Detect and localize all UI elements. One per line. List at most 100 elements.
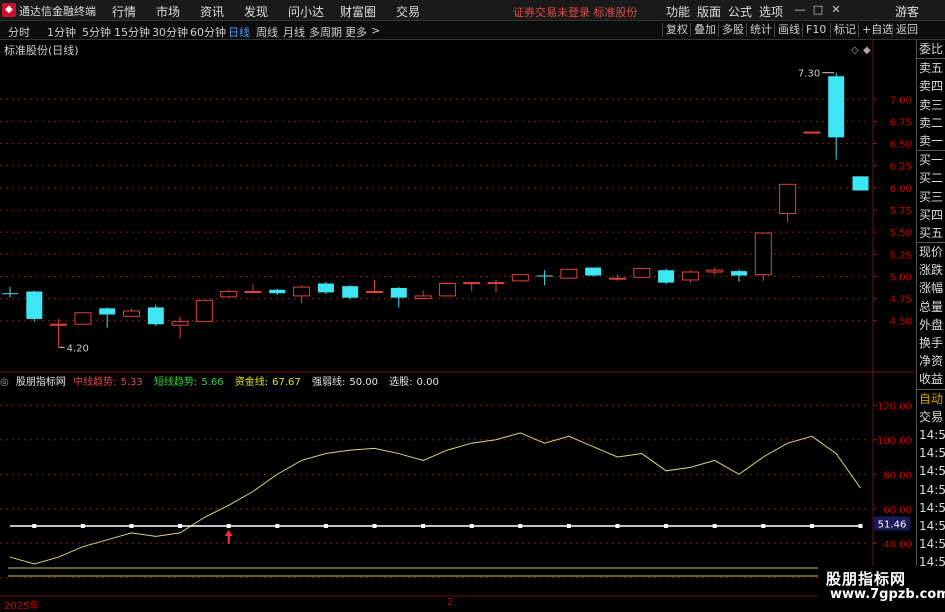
tool-huaxian[interactable]: 画线 (774, 23, 803, 37)
period-5min[interactable]: 5分钟 (82, 24, 111, 40)
tool-fuquan[interactable]: 复权 (662, 23, 691, 37)
y-tick-label: 80.00 (883, 470, 912, 481)
candle-body-down (390, 287, 407, 298)
tool-diejia[interactable]: 叠加 (690, 23, 719, 37)
candle-body-up (754, 232, 772, 276)
strength-marker (178, 524, 183, 528)
strength-marker (809, 524, 814, 528)
menu-jiaoyi[interactable]: 交易 (396, 3, 420, 20)
y-tick-label: 6.00 (890, 184, 912, 195)
period-weekly[interactable]: 周线 (256, 24, 278, 40)
tool-back[interactable]: 返回 (892, 23, 921, 37)
quote-change-pct: 涨幅 (919, 281, 944, 296)
strength-marker (469, 524, 474, 528)
strength-marker (421, 524, 426, 528)
maximize-icon[interactable]: □ (810, 2, 826, 18)
chart-title: 标准股份(日线) (4, 44, 79, 57)
chevron-right-icon[interactable]: > (371, 24, 380, 37)
right-quote-panel: 委比 卖五 卖四 卖三 卖二 卖一 买一 买二 买三 买四 买五 现价 涨跌 涨… (916, 40, 945, 609)
menu-caifuquan[interactable]: 财富圈 (340, 3, 376, 20)
quote-sell4: 卖四 (919, 79, 944, 94)
indicator-name[interactable]: 股朋指标网 (16, 377, 66, 388)
y-tick-label: 60.00 (883, 505, 912, 516)
candle-body-down (828, 76, 845, 138)
candle-body-up (50, 323, 68, 326)
field-zijinxian: 资金线: 67.67 (234, 377, 301, 388)
y-tick-label: 6.50 (890, 140, 912, 151)
buy-signal-arrow-icon (224, 530, 233, 544)
candle-body-down (658, 270, 675, 283)
tick-time: 14:56 (919, 500, 945, 515)
candle-body-up (681, 271, 699, 281)
period-more[interactable]: 更多 (345, 24, 367, 40)
indicator-settings-icon[interactable]: ◎ (0, 377, 9, 388)
candle-body-up (123, 310, 140, 317)
strength-marker (372, 524, 377, 528)
site-watermark: 股朋指标网 www.7gpzb.com (818, 566, 945, 609)
tool-f10[interactable]: F10 (802, 23, 829, 37)
close-icon[interactable]: ✕ (828, 2, 844, 18)
y-tick-label: 5.75 (890, 206, 912, 217)
menu-shichang[interactable]: 市场 (156, 3, 180, 20)
chart-area[interactable]: 7.00 6.75 6.50 6.25 6.00 5.75 5.50 5.25 5.00 4.75… (0, 40, 915, 609)
indicator-header: ◎ 股朋指标网 中线趋势: 5.33 短线趋势: 5.66 资金线: 67.67 强弱… (0, 373, 447, 389)
quote-change: 涨跌 (919, 263, 944, 278)
period-daily[interactable]: 日线 (228, 24, 250, 40)
candle-body-up (438, 283, 456, 297)
tool-duogu[interactable]: 多股 (718, 23, 747, 37)
candle-body-down (852, 176, 869, 191)
login-notice[interactable]: 证券交易未登录 标准股份 (513, 4, 638, 20)
period-multi[interactable]: 多周期 (309, 24, 342, 40)
auto-trade-button[interactable]: 自动 (917, 388, 945, 408)
quote-buy1: 买一 (917, 150, 945, 169)
tool-biaoji[interactable]: 标记 (830, 23, 859, 37)
user-guest[interactable]: 游客 (895, 3, 919, 20)
candle-body-up (609, 277, 626, 280)
menu-banmian[interactable]: 版面 (697, 3, 721, 20)
strength-marker (615, 524, 620, 528)
period-1min[interactable]: 1分钟 (47, 24, 76, 40)
candle-body-down (342, 286, 359, 298)
strength-marker (323, 524, 328, 528)
menu-gongneng[interactable]: 功能 (666, 3, 690, 20)
menu-wenxiaoda[interactable]: 问小达 (288, 3, 324, 20)
watermark-url: www.7gpzb.com (830, 587, 945, 602)
period-60min[interactable]: 60分钟 (190, 24, 226, 40)
y-tick-label: 5.25 (890, 250, 912, 261)
tool-tongji[interactable]: 统计 (746, 23, 775, 37)
y-tick-label: 5.50 (890, 228, 912, 239)
candle-body-up (706, 269, 724, 273)
x-axis-year: 2025年 (4, 601, 40, 612)
menu-zixun[interactable]: 资讯 (200, 3, 224, 20)
tool-add-watchlist[interactable]: +自选 (858, 23, 896, 37)
y-tick-label: 120.00 (877, 401, 912, 412)
candle-body-up (463, 282, 481, 285)
strength-marker (129, 524, 134, 528)
period-15min[interactable]: 15分钟 (114, 24, 150, 40)
period-30min[interactable]: 30分钟 (152, 24, 188, 40)
trade-button[interactable]: 交易 (917, 408, 945, 426)
candle-body-up (633, 267, 651, 278)
candle-body-up (171, 321, 189, 326)
strength-marker (566, 524, 571, 528)
app-title: 通达信金融终端 (19, 5, 96, 18)
candle-body-up (366, 290, 383, 293)
title-bar: ◆ 通达信金融终端 行情 市场 资讯 发现 问小达 财富圈 交易 证券交易未登录… (0, 0, 945, 21)
current-value-label: 51.46 (878, 519, 907, 530)
y-tick-label: 6.25 (890, 162, 912, 173)
quote-sell1: 卖一 (919, 133, 944, 148)
candle-body-up (74, 312, 92, 325)
menu-faxian[interactable]: 发现 (244, 3, 268, 20)
menu-xuanxiang[interactable]: 选项 (759, 3, 783, 20)
strength-marker (664, 524, 669, 528)
menu-gongshi[interactable]: 公式 (728, 3, 752, 20)
candle-body-down (99, 308, 116, 315)
minimize-icon[interactable]: — (792, 2, 808, 18)
period-monthly[interactable]: 月线 (283, 24, 305, 40)
period-fenshi[interactable]: 分时 (8, 24, 30, 40)
menu-hangqing[interactable]: 行情 (112, 3, 136, 20)
tick-time: 14:56 (919, 427, 945, 442)
tick-time: 14:56 (919, 518, 945, 533)
x-axis: 2025年 2 (0, 597, 915, 612)
candle-body-down (731, 271, 747, 276)
